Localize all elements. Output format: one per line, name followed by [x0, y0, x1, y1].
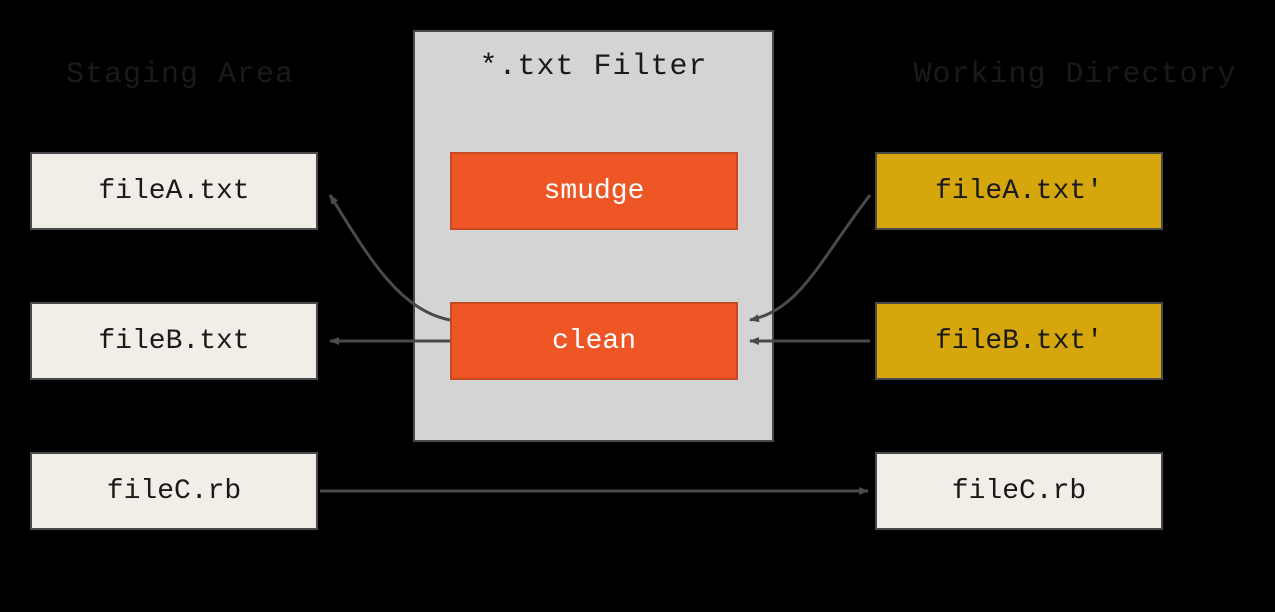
working-file-a-label: fileA.txt' — [935, 176, 1103, 207]
working-file-a: fileA.txt' — [875, 152, 1163, 230]
staging-file-a: fileA.txt — [30, 152, 318, 230]
working-directory-heading: Working Directory — [875, 58, 1275, 92]
staging-file-c-label: fileC.rb — [107, 476, 241, 507]
staging-file-a-label: fileA.txt — [98, 176, 249, 207]
clean-filter-box: clean — [450, 302, 738, 380]
staging-file-c: fileC.rb — [30, 452, 318, 530]
staging-file-b-label: fileB.txt — [98, 326, 249, 357]
staging-area-heading: Staging Area — [30, 58, 330, 92]
staging-file-b: fileB.txt — [30, 302, 318, 380]
working-file-b-label: fileB.txt' — [935, 326, 1103, 357]
filter-container: *.txt Filter — [413, 30, 774, 442]
filter-heading: *.txt Filter — [415, 50, 772, 84]
smudge-filter-box: smudge — [450, 152, 738, 230]
smudge-label: smudge — [544, 176, 645, 207]
working-file-b: fileB.txt' — [875, 302, 1163, 380]
clean-label: clean — [552, 326, 636, 357]
working-file-c: fileC.rb — [875, 452, 1163, 530]
working-file-c-label: fileC.rb — [952, 476, 1086, 507]
